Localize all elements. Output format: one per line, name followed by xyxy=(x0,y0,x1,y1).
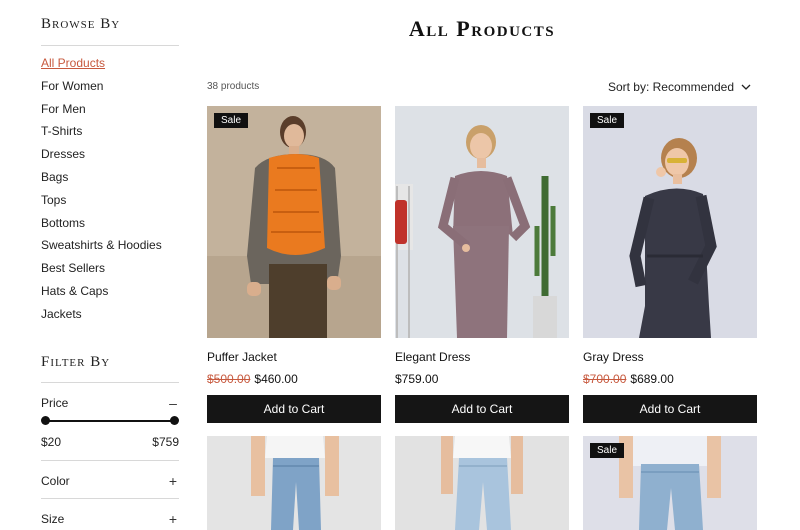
sort-label: Sort by: Recommended xyxy=(607,80,734,94)
collapse-icon[interactable]: – xyxy=(167,395,179,411)
product-image[interactable]: Sale xyxy=(583,106,757,338)
category-list: All Products For Women For Men T-Shirts … xyxy=(41,55,162,329)
sale-price: $460.00 xyxy=(254,372,298,386)
add-to-cart-button[interactable]: Add to Cart xyxy=(395,395,569,423)
category-sweatshirts-hoodies[interactable]: Sweatshirts & Hoodies xyxy=(41,237,162,260)
price-max-value: $759 xyxy=(152,435,179,449)
chevron-down-icon xyxy=(741,84,751,90)
category-best-sellers[interactable]: Best Sellers xyxy=(41,260,162,283)
category-tops[interactable]: Tops xyxy=(41,192,162,215)
product-name[interactable]: Gray Dress xyxy=(583,350,644,364)
category-for-women[interactable]: For Women xyxy=(41,78,162,101)
price-range-slider[interactable] xyxy=(41,416,179,426)
category-hats-caps[interactable]: Hats & Caps xyxy=(41,283,162,306)
add-to-cart-button[interactable]: Add to Cart xyxy=(207,395,381,423)
page-title: All Products xyxy=(408,16,556,41)
filter-by-heading: Filter By xyxy=(41,354,111,370)
category-all-products[interactable]: All Products xyxy=(41,55,162,78)
size-filter-label: Size xyxy=(41,512,65,526)
product-price: $500.00 $460.00 xyxy=(207,372,298,386)
add-to-cart-button[interactable]: Add to Cart xyxy=(583,395,757,423)
color-filter-label: Color xyxy=(41,474,70,488)
original-price: $700.00 xyxy=(583,372,627,386)
browse-by-heading: Browse By xyxy=(41,16,121,32)
slider-min-handle[interactable] xyxy=(41,416,50,425)
product-card[interactable]: Elegant Dress $759.00 Add to Cart xyxy=(395,106,569,424)
product-image[interactable]: Sale xyxy=(583,436,757,530)
category-dresses[interactable]: Dresses xyxy=(41,146,162,169)
size-filter-header[interactable]: Size + xyxy=(41,511,179,527)
product-image[interactable] xyxy=(207,436,381,530)
price-filter-header[interactable]: Price – xyxy=(41,395,179,411)
product-name[interactable]: Elegant Dress xyxy=(395,350,470,364)
product-image[interactable]: Sale xyxy=(207,106,381,338)
divider xyxy=(41,498,179,499)
original-price: $500.00 xyxy=(207,372,251,386)
sale-badge: Sale xyxy=(590,113,625,128)
price-filter-label: Price xyxy=(41,396,69,410)
product-card[interactable] xyxy=(395,436,569,530)
category-for-men[interactable]: For Men xyxy=(41,101,162,124)
color-filter-header[interactable]: Color + xyxy=(41,473,179,489)
divider xyxy=(41,460,179,461)
product-price: $759.00 xyxy=(395,372,438,386)
product-card[interactable]: Sale Gray Dress $700.00 $689.00 Add to Ca… xyxy=(583,106,757,424)
product-image[interactable] xyxy=(395,106,569,338)
category-t-shirts[interactable]: T-Shirts xyxy=(41,123,162,146)
product-count: 38 products xyxy=(207,81,260,92)
expand-icon[interactable]: + xyxy=(167,511,179,527)
price-min-value: $20 xyxy=(41,435,62,449)
product-price: $700.00 $689.00 xyxy=(583,372,674,386)
category-bottoms[interactable]: Bottoms xyxy=(41,215,162,238)
category-jackets[interactable]: Jackets xyxy=(41,306,162,329)
slider-max-handle[interactable] xyxy=(170,416,179,425)
expand-icon[interactable]: + xyxy=(167,473,179,489)
product-image[interactable] xyxy=(395,436,569,530)
divider xyxy=(41,382,179,383)
sale-badge: Sale xyxy=(590,443,625,458)
product-card[interactable]: Sale Puffer Jacket $500.00 $460.00 Add to… xyxy=(207,106,381,424)
price: $759.00 xyxy=(395,372,439,386)
sale-badge: Sale xyxy=(214,113,249,128)
sort-dropdown[interactable]: Sort by: Recommended xyxy=(608,80,752,94)
product-card[interactable] xyxy=(207,436,381,530)
slider-track xyxy=(45,420,175,422)
sale-price: $689.00 xyxy=(630,372,674,386)
divider xyxy=(41,45,179,46)
product-name[interactable]: Puffer Jacket xyxy=(207,350,277,364)
product-card[interactable]: Sale xyxy=(583,436,757,530)
category-bags[interactable]: Bags xyxy=(41,169,162,192)
